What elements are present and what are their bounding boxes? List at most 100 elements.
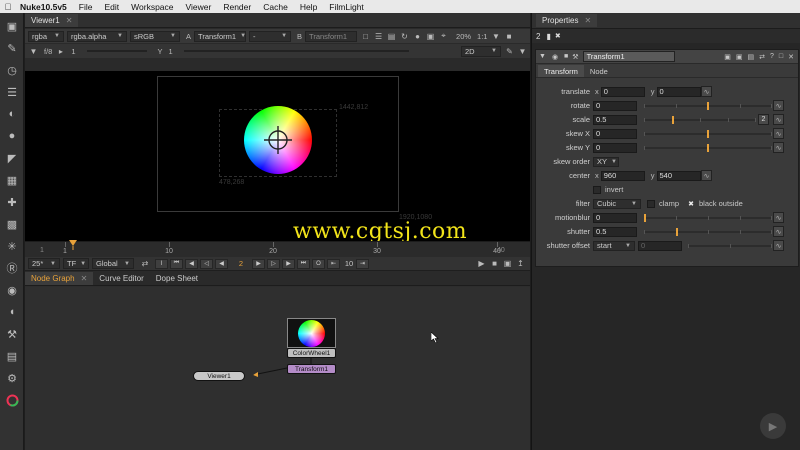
arrows-icon[interactable]: ⇄ [759, 53, 765, 61]
loop-icon[interactable]: ⇄ [137, 258, 153, 269]
node-name-field[interactable]: Transform1 [582, 51, 675, 62]
help-icon[interactable]: ? [770, 53, 774, 60]
metadata-icon[interactable]: ◖ [4, 304, 20, 320]
roi-icon[interactable]: □ [360, 31, 371, 42]
alpha-dropdown[interactable]: rgba.alpha ▼ [67, 30, 127, 42]
close-all-icon[interactable]: ✖ [555, 32, 561, 40]
skew-x-slider[interactable] [644, 129, 772, 139]
increment-value[interactable]: 10 [342, 259, 356, 268]
chevron-down-icon[interactable]: ▼ [517, 46, 528, 57]
zoom-value[interactable]: 20% [456, 32, 471, 41]
close-icon[interactable]: ✕ [584, 16, 591, 25]
other-icon[interactable]: ▤ [4, 348, 20, 364]
rotate-slider[interactable] [644, 101, 772, 111]
chevron-down-icon[interactable]: ▼ [28, 46, 39, 57]
capture-icon[interactable]: ▣ [425, 31, 436, 42]
skew-order-dropdown[interactable]: XY ▼ [593, 156, 619, 167]
skew-y-curve-button[interactable]: ∿ [773, 142, 784, 153]
eyedropper-icon[interactable]: ✎ [504, 46, 515, 57]
wrench-icon[interactable]: ⚒ [572, 53, 578, 61]
gamma-slider[interactable] [183, 50, 409, 52]
restore-icon[interactable]: ▣ [736, 53, 743, 61]
apple-icon[interactable]:  [0, 2, 16, 12]
scale-curve-button[interactable]: ∿ [773, 114, 784, 125]
tab-node[interactable]: Node [584, 65, 614, 77]
shutter-custom-slider[interactable] [688, 241, 772, 251]
transform-node[interactable]: Transform1 [287, 364, 336, 374]
next-keyframe-button[interactable]: ▶ [282, 258, 295, 269]
channels-dropdown[interactable]: rgba ▼ [28, 30, 64, 42]
flipbook-icon[interactable]: ▣ [502, 258, 513, 269]
particles-icon[interactable]: ✳ [4, 238, 20, 254]
scale-field[interactable]: 0.5 [593, 114, 637, 125]
node-color-icon[interactable]: ■ [564, 53, 568, 60]
close-icon[interactable]: ✕ [788, 53, 794, 61]
input-b-dropdown[interactable]: Transform1 [305, 30, 358, 42]
in-point-button[interactable]: I [155, 258, 168, 269]
cache-icon[interactable]: ⌖ [438, 31, 449, 42]
motionblur-slider[interactable] [644, 213, 772, 223]
skip-back-button[interactable]: ⇤ [327, 258, 340, 269]
shutter-curve-button[interactable]: ∿ [773, 226, 784, 237]
rotate-curve-button[interactable]: ∿ [773, 100, 784, 111]
image-icon[interactable]: ▣ [4, 18, 20, 34]
channel-icon[interactable]: ☰ [4, 84, 20, 100]
keyer-icon[interactable]: ◤ [4, 150, 20, 166]
tab-properties[interactable]: Properties ✕ [536, 14, 598, 27]
view-mode-dropdown[interactable]: 2D ▼ [461, 45, 501, 57]
viewer-canvas[interactable]: 1442,812 478,268 1920,1080 www.cgtsj.com [25, 71, 530, 241]
wipe-op-dropdown[interactable]: - ▼ [249, 30, 292, 42]
tab-transform[interactable]: Transform [538, 65, 584, 77]
color-icon[interactable]: ◐ [4, 106, 20, 122]
tf-dropdown[interactable]: TF ▼ [63, 258, 89, 269]
menu-cache[interactable]: Cache [257, 2, 294, 12]
arrow-right-icon[interactable]: ▸ [55, 46, 66, 57]
lock-icon[interactable]: ▮ [546, 32, 550, 41]
menu-help[interactable]: Help [294, 2, 323, 12]
shutter-offset-dropdown[interactable]: start ▼ [593, 240, 635, 251]
tab-viewer1[interactable]: Viewer1 ✕ [25, 14, 79, 27]
tab-curve-editor[interactable]: Curve Editor [93, 272, 149, 285]
close-icon[interactable]: ✕ [66, 16, 73, 25]
draw-icon[interactable]: ✎ [4, 40, 20, 56]
collapse-icon[interactable]: ▼ [539, 53, 546, 60]
render-icon[interactable]: ■ [503, 31, 514, 42]
views-icon[interactable]: ◉ [4, 282, 20, 298]
deep-icon[interactable]: Ⓡ [4, 260, 20, 276]
merge-icon[interactable]: ▦ [4, 172, 20, 188]
export-icon[interactable]: ↥ [515, 258, 526, 269]
shutter-slider[interactable] [644, 227, 772, 237]
motionblur-field[interactable]: 0 [593, 212, 637, 223]
fstop-value[interactable]: f/8 [44, 47, 52, 56]
shutter-field[interactable]: 0.5 [593, 226, 637, 237]
refresh-icon[interactable]: ↻ [399, 31, 410, 42]
prev-frame-button[interactable]: ◁ [200, 258, 213, 269]
menu-edit[interactable]: Edit [99, 2, 126, 12]
invert-checkbox[interactable] [593, 185, 601, 194]
tab-dope-sheet[interactable]: Dope Sheet [150, 272, 204, 285]
skew-y-field[interactable]: 0 [593, 142, 637, 153]
skew-x-curve-button[interactable]: ∿ [773, 128, 784, 139]
colorspace-dropdown[interactable]: sRGB ▼ [130, 30, 180, 42]
next-frame-button[interactable]: ▷ [267, 258, 280, 269]
scale-channels-button[interactable]: 2 [758, 114, 769, 125]
ratio-value[interactable]: 1:1 [477, 32, 487, 41]
snapshot-icon[interactable]: ▤ [747, 53, 754, 61]
clamp-checkbox[interactable] [647, 199, 655, 208]
transform-icon[interactable]: ✚ [4, 194, 20, 210]
float-panel-icon[interactable]: □ [779, 53, 783, 60]
playhead-marker[interactable] [68, 240, 78, 250]
max-panels-value[interactable]: 2 [536, 32, 540, 41]
menu-file[interactable]: File [73, 2, 99, 12]
last-frame-button[interactable]: ⏭ [297, 258, 310, 269]
lut-icon[interactable]: ▤ [386, 31, 397, 42]
float-icon[interactable]: ◉ [552, 53, 558, 61]
translate-curve-button[interactable]: ∿ [701, 86, 712, 97]
scale-slider[interactable] [644, 115, 756, 125]
shutter-offset-curve-button[interactable]: ∿ [773, 240, 784, 251]
menu-render[interactable]: Render [217, 2, 257, 12]
shutter-custom-field[interactable]: 0 [638, 240, 682, 251]
skew-y-slider[interactable] [644, 143, 772, 153]
menu-workspace[interactable]: Workspace [125, 2, 179, 12]
video-play-icon[interactable]: ▶ [760, 413, 786, 439]
